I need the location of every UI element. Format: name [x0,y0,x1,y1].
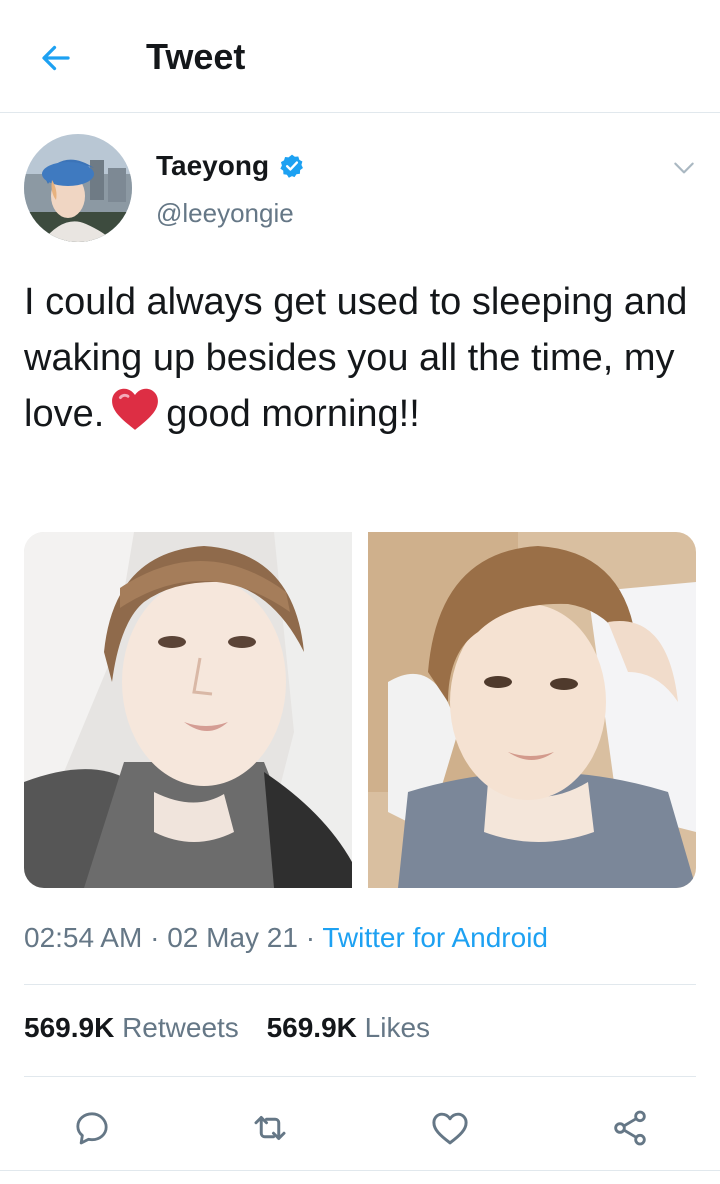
like-button[interactable] [426,1104,474,1152]
retweet-button[interactable] [246,1104,294,1152]
reply-button[interactable] [68,1104,116,1152]
page-title: Tweet [146,36,246,77]
like-icon [432,1112,468,1145]
tweet-date: 02 May 21 [167,922,298,953]
divider [24,1076,696,1077]
share-icon [614,1110,646,1146]
back-button[interactable] [28,30,84,86]
photo-2-image [368,532,696,888]
avatar[interactable] [24,134,132,242]
tweet-time: 02:54 AM [24,922,143,953]
arrow-left-icon [42,45,70,71]
retweets-label: Retweets [122,1012,239,1043]
divider [24,984,696,985]
author-name-row[interactable]: Taeyong [156,146,305,186]
likes-stat[interactable]: 569.9K Likes [267,1012,430,1043]
tweet-source-link[interactable]: Twitter for Android [322,922,548,953]
top-bar: Tweet [0,0,720,113]
meta-separator: · [305,922,316,953]
tweet-actions [0,1104,720,1152]
tweet-text: I could always get used to sleeping and … [24,274,704,448]
tweet-photo-2[interactable] [368,532,696,888]
tweet-meta: 02:54 AM · 02 May 21 · Twitter for Andro… [24,922,548,954]
photo-1-image [24,532,352,888]
tweet-photo-1[interactable] [24,532,352,888]
divider [0,1170,720,1171]
reply-icon [76,1112,108,1145]
retweets-stat[interactable]: 569.9K Retweets [24,1012,239,1043]
meta-separator: · [150,922,160,953]
retweet-icon [254,1116,286,1140]
likes-label: Likes [364,1012,431,1043]
share-button[interactable] [606,1104,654,1152]
avatar-image [24,134,132,242]
verified-badge-icon [280,154,304,178]
tweet-text-part2: good morning!! [166,393,420,435]
likes-count: 569.9K [266,1012,357,1043]
author-handle[interactable]: @leeyongie [156,198,294,229]
tweet-stats: 569.9K Retweets 569.9K Likes [24,1012,450,1044]
chevron-down-icon [674,162,694,174]
display-name: Taeyong [156,150,270,181]
tweet-menu-button[interactable] [664,148,704,188]
retweets-count: 569.9K [24,1012,115,1043]
red-heart-emoji-icon [110,386,160,448]
